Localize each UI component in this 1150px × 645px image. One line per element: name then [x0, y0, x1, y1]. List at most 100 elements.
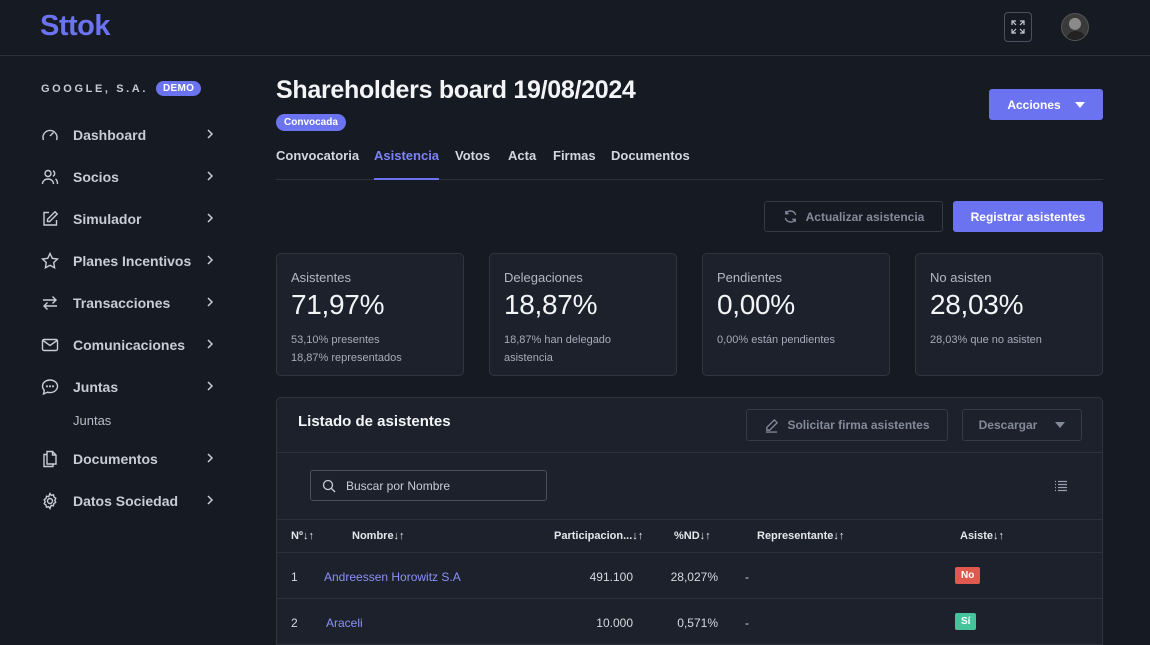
gear-icon: [40, 491, 60, 511]
top-bar: Sttok: [0, 0, 1150, 56]
column-representative[interactable]: Representante↓↑: [757, 530, 844, 542]
stat-label: Pendientes: [717, 270, 783, 285]
sidebar-item-dashboard[interactable]: Dashboard: [40, 123, 220, 147]
tab-votos[interactable]: Votos: [455, 148, 490, 180]
sidebar-item-simulador[interactable]: Simulador: [40, 207, 220, 231]
sidebar-item-documentos[interactable]: Documentos: [40, 447, 220, 471]
attendance-badge: No: [955, 567, 981, 584]
search-icon: [322, 479, 336, 492]
column-participation[interactable]: Participacion...↓↑: [554, 530, 643, 542]
stat-label: No asisten: [930, 270, 992, 285]
star-icon: [40, 251, 60, 271]
sidebar-item-planes-incentivos[interactable]: Planes Incentivos: [40, 249, 220, 273]
tab-firmas[interactable]: Firmas: [553, 148, 596, 180]
cell-nd: 0,571%: [677, 616, 718, 630]
list-view-icon[interactable]: [1054, 480, 1068, 492]
stat-card-no-asisten: No asisten 28,03% 28,03% que no asisten: [915, 253, 1103, 376]
sidebar-item-label: Comunicaciones: [73, 337, 186, 353]
stat-subtext: 0,00% están pendientes: [717, 331, 875, 349]
sidebar-item-label: Socios: [73, 169, 119, 185]
chevron-right-icon: [207, 171, 214, 181]
expand-icon[interactable]: [1004, 12, 1032, 42]
stat-value: 28,03%: [930, 289, 1024, 320]
download-button[interactable]: Descargar: [962, 409, 1082, 441]
stat-label: Asistentes: [291, 270, 351, 285]
tab-acta[interactable]: Acta: [508, 148, 536, 180]
tab-convocatoria[interactable]: Convocatoria: [276, 148, 359, 180]
stat-subtext-line: 28,03% que no asisten: [930, 334, 1042, 346]
sidebar-item-juntas[interactable]: Juntas: [40, 375, 220, 399]
actions-button-label: Acciones: [1007, 97, 1061, 112]
cell-participation: 10.000: [596, 616, 633, 630]
sidebar-subitem-juntas[interactable]: Juntas: [73, 413, 111, 428]
cell-nd: 28,027%: [670, 570, 718, 584]
arrows-icon: [40, 293, 60, 313]
attendees-panel: Listado de asistentes Solicitar firma as…: [276, 397, 1103, 645]
company-name: GOOGLE, S.A.: [41, 82, 148, 95]
tab-bar: Convocatoria Asistencia Votos Acta Firma…: [276, 148, 1103, 180]
column-attends[interactable]: Asiste↓↑: [960, 530, 1004, 542]
stat-card-asistentes: Asistentes 71,97% 53,10% presentes 18,87…: [276, 253, 464, 376]
stat-subtext-line: 18,87% han delegado asistencia: [504, 334, 612, 364]
page-title: Shareholders board 19/08/2024: [276, 76, 636, 104]
sidebar-item-comunicaciones[interactable]: Comunicaciones: [40, 333, 220, 357]
tab-documentos[interactable]: Documentos: [611, 148, 690, 180]
sidebar-item-label: Simulador: [73, 211, 142, 227]
request-signature-button[interactable]: Solicitar firma asistentes: [746, 409, 948, 441]
cell-name-link[interactable]: Andreessen Horowitz S.A: [324, 570, 461, 584]
download-label: Descargar: [978, 418, 1038, 432]
attendance-badge: Sí: [955, 613, 977, 630]
gauge-icon: [40, 125, 60, 145]
refresh-attendance-button[interactable]: Actualizar asistencia: [764, 201, 943, 232]
table-row: 2 Araceli 10.000 0,571% - Sí: [277, 599, 1102, 645]
sidebar-item-datos-sociedad[interactable]: Datos Sociedad: [40, 489, 220, 513]
stat-card-pendientes: Pendientes 0,00% 0,00% están pendientes: [702, 253, 890, 376]
user-avatar[interactable]: [1061, 13, 1089, 41]
app-logo[interactable]: Sttok: [40, 10, 111, 43]
column-name[interactable]: Nombre↓↑: [352, 530, 405, 542]
demo-badge: DEMO: [156, 81, 202, 96]
table-header: Nº↓↑ Nombre↓↑ Participacion...↓↑ %ND↓↑ R…: [277, 519, 1102, 553]
sidebar-item-label: Datos Sociedad: [73, 493, 179, 509]
stat-subtext: 28,03% que no asisten: [930, 331, 1088, 349]
tab-asistencia[interactable]: Asistencia: [374, 148, 440, 180]
cell-name-link[interactable]: Araceli: [326, 616, 363, 630]
register-attendees-button[interactable]: Registrar asistentes: [953, 201, 1103, 232]
table-row: 1 Andreessen Horowitz S.A 491.100 28,027…: [277, 553, 1102, 599]
sidebar-item-label: Dashboard: [73, 127, 147, 143]
sidebar-item-label: Planes Incentivos: [73, 253, 192, 269]
sidebar-item-label: Juntas: [73, 379, 119, 395]
stat-value: 18,87%: [504, 289, 598, 320]
pen-icon: [766, 418, 779, 433]
stat-value: 71,97%: [291, 289, 385, 320]
refresh-attendance-label: Actualizar asistencia: [805, 209, 925, 224]
caret-down-icon: [1074, 101, 1085, 108]
column-number[interactable]: Nº↓↑: [291, 530, 314, 542]
sidebar-item-transacciones[interactable]: Transacciones: [40, 291, 220, 315]
stat-label: Delegaciones: [504, 270, 583, 285]
chevron-right-icon: [207, 255, 214, 265]
caret-down-icon: [1055, 422, 1066, 428]
cell-participation: 491.100: [589, 570, 633, 584]
search-input[interactable]: Buscar por Nombre: [310, 470, 547, 501]
stat-subtext: 18,87% han delegado asistencia: [504, 331, 662, 367]
chevron-right-icon: [207, 495, 214, 505]
panel-title: Listado de asistentes: [298, 413, 451, 430]
cell-representative: -: [745, 570, 749, 584]
chevron-right-icon: [207, 213, 214, 223]
stat-subtext-line: 18,87% representados: [291, 352, 402, 364]
column-nd[interactable]: %ND↓↑: [674, 530, 711, 542]
users-icon: [40, 167, 60, 187]
chevron-right-icon: [207, 453, 214, 463]
stat-subtext-line: 53,10% presentes: [291, 334, 380, 346]
sidebar-item-label: Documentos: [73, 451, 158, 467]
cell-representative: -: [745, 616, 749, 630]
panel-divider: [277, 452, 1102, 453]
documents-icon: [40, 449, 60, 469]
mail-icon: [40, 335, 60, 355]
sidebar-item-socios[interactable]: Socios: [40, 165, 220, 189]
stat-subtext: 53,10% presentes 18,87% representados: [291, 331, 449, 367]
chat-icon: [40, 377, 60, 397]
actions-button[interactable]: Acciones: [989, 89, 1103, 120]
stat-value: 0,00%: [717, 289, 795, 320]
